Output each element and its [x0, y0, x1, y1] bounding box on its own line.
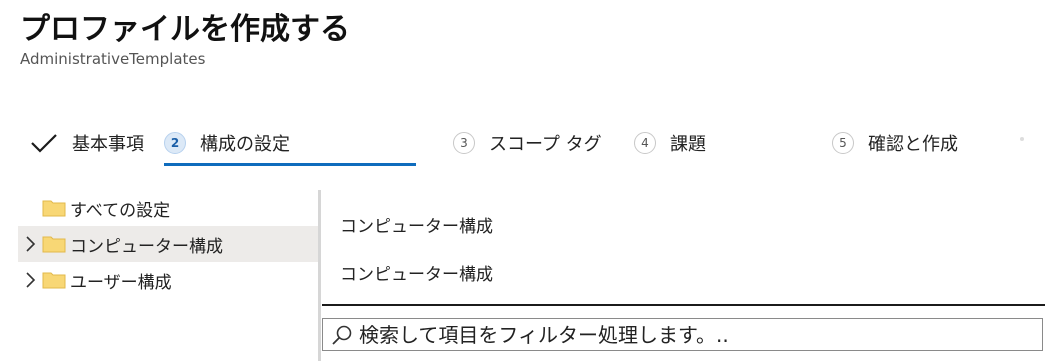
tree-item-all-settings[interactable]: すべての設定 — [18, 190, 318, 226]
step-configuration-settings[interactable]: 2 構成の設定 — [164, 125, 290, 161]
tree-item-label: ユーザー構成 — [70, 272, 172, 293]
panel-divider — [318, 190, 321, 361]
step-label: 基本事項 — [72, 134, 144, 155]
tree-item-computer-configuration[interactable]: コンピューター構成 — [18, 226, 318, 262]
step-label: 確認と作成 — [868, 134, 958, 155]
breadcrumb: コンピューター構成 — [340, 217, 493, 237]
page-title: プロファイルを作成する — [20, 12, 350, 47]
settings-tree: すべての設定 コンピューター構成 ユーザー構成 — [18, 190, 318, 298]
folder-icon — [42, 200, 66, 217]
step-label: スコープ タグ — [489, 134, 602, 155]
search-input[interactable] — [359, 322, 999, 347]
step-review-create[interactable]: 5 確認と作成 — [832, 125, 958, 161]
chevron-right-icon[interactable] — [18, 226, 42, 262]
step-assignments[interactable]: 4 課題 — [634, 125, 706, 161]
active-step-indicator — [164, 163, 416, 166]
tree-item-user-configuration[interactable]: ユーザー構成 — [18, 262, 318, 298]
step-scope-tags[interactable]: 3 スコープ タグ — [453, 125, 602, 161]
step-number-badge: 2 — [164, 132, 186, 154]
chevron-right-icon[interactable] — [18, 262, 42, 298]
step-overflow-dot — [1020, 137, 1024, 141]
section-heading: コンピューター構成 — [340, 265, 493, 285]
step-label: 課題 — [670, 134, 706, 155]
folder-icon — [42, 236, 66, 253]
page-subtitle: AdministrativeTemplates — [20, 50, 206, 68]
search-box[interactable] — [322, 318, 1043, 351]
search-icon — [332, 325, 352, 345]
step-number-badge: 5 — [832, 132, 854, 154]
tree-item-label: コンピューター構成 — [70, 236, 223, 257]
folder-icon — [42, 272, 66, 289]
tree-item-label: すべての設定 — [70, 200, 171, 221]
step-number-badge: 3 — [453, 132, 475, 154]
step-label: 構成の設定 — [200, 134, 290, 155]
section-divider — [322, 304, 1045, 306]
step-basics[interactable]: 基本事項 — [30, 125, 144, 161]
step-number-badge: 4 — [634, 132, 656, 154]
checkmark-icon — [31, 134, 57, 153]
